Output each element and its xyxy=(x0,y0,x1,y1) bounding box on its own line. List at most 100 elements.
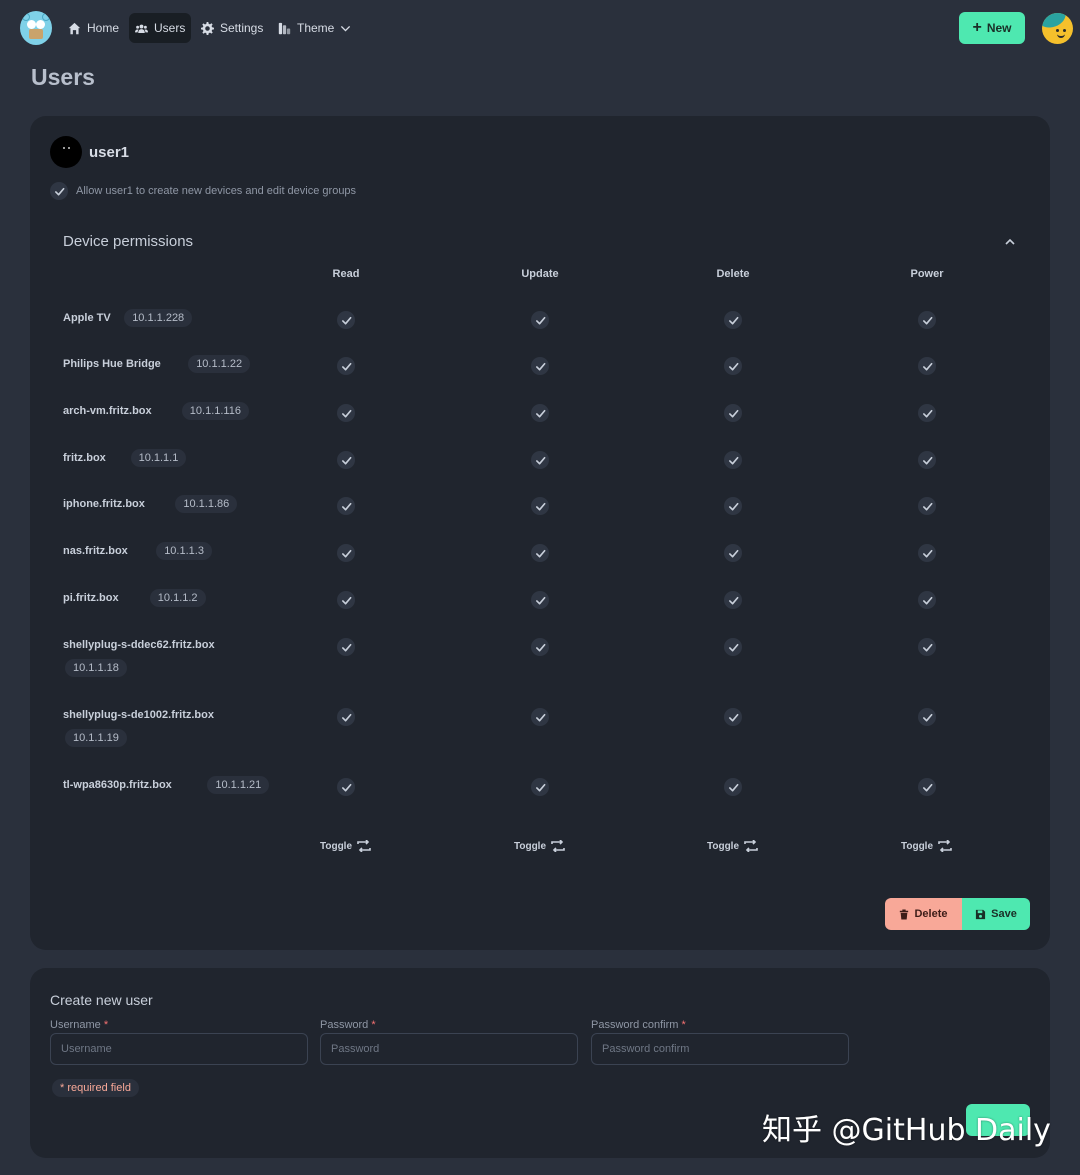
toggle-icon xyxy=(744,840,758,852)
device-name: Philips Hue Bridge xyxy=(63,358,161,370)
permission-read-checkbox[interactable] xyxy=(337,404,355,422)
chevron-up-icon[interactable] xyxy=(1004,236,1016,248)
permission-update-checkbox[interactable] xyxy=(531,708,549,726)
permission-delete-checkbox[interactable] xyxy=(724,497,742,515)
permission-power-checkbox[interactable] xyxy=(918,357,936,375)
permission-read-checkbox[interactable] xyxy=(337,451,355,469)
permission-power-checkbox[interactable] xyxy=(918,591,936,609)
allow-create-checkbox[interactable] xyxy=(50,182,68,200)
check-icon xyxy=(728,362,738,371)
check-icon xyxy=(54,187,64,196)
permission-delete-checkbox[interactable] xyxy=(724,778,742,796)
permission-read-checkbox[interactable] xyxy=(337,357,355,375)
check-icon xyxy=(728,783,738,792)
nav-home-label: Home xyxy=(87,21,120,35)
permission-power-checkbox[interactable] xyxy=(918,451,936,469)
nav-settings[interactable]: Settings xyxy=(195,13,269,43)
new-button[interactable]: + New xyxy=(959,12,1025,44)
toggle-read-button[interactable]: Toggle xyxy=(320,840,372,852)
device-name: tl-wpa8630p.fritz.box xyxy=(63,779,172,791)
save-button[interactable]: Save xyxy=(962,898,1030,930)
nav-theme-label: Theme xyxy=(297,21,335,35)
check-icon xyxy=(728,643,738,652)
permission-delete-checkbox[interactable] xyxy=(724,708,742,726)
permission-read-checkbox[interactable] xyxy=(337,778,355,796)
permission-power-checkbox[interactable] xyxy=(918,497,936,515)
user-action-buttons: Delete Save xyxy=(885,898,1030,930)
permission-delete-checkbox[interactable] xyxy=(724,451,742,469)
check-icon xyxy=(728,316,738,325)
permission-power-checkbox[interactable] xyxy=(918,311,936,329)
permission-delete-checkbox[interactable] xyxy=(724,544,742,562)
check-icon xyxy=(922,783,932,792)
permission-update-checkbox[interactable] xyxy=(531,638,549,656)
permission-update-checkbox[interactable] xyxy=(531,591,549,609)
check-icon xyxy=(728,713,738,722)
device-ip-badge: 10.1.1.116 xyxy=(181,402,249,420)
check-icon xyxy=(535,409,545,418)
column-header-power: Power xyxy=(910,268,944,280)
permission-delete-checkbox[interactable] xyxy=(724,591,742,609)
check-icon xyxy=(535,316,545,325)
permission-delete-checkbox[interactable] xyxy=(724,638,742,656)
toggle-icon xyxy=(357,840,371,852)
device-name: shellyplug-s-ddec62.fritz.box xyxy=(63,639,215,651)
toggle-delete-button[interactable]: Toggle xyxy=(707,840,759,852)
permission-power-checkbox[interactable] xyxy=(918,778,936,796)
toggle-icon xyxy=(938,840,952,852)
permission-delete-checkbox[interactable] xyxy=(724,357,742,375)
check-icon xyxy=(535,596,545,605)
permission-delete-checkbox[interactable] xyxy=(724,311,742,329)
check-icon xyxy=(341,362,351,371)
permission-power-checkbox[interactable] xyxy=(918,708,936,726)
nav-home[interactable]: Home xyxy=(62,13,125,43)
check-icon xyxy=(922,596,932,605)
delete-button[interactable]: Delete xyxy=(885,898,962,930)
check-icon xyxy=(922,713,932,722)
device-ip-badge: 10.1.1.3 xyxy=(156,542,212,560)
permission-power-checkbox[interactable] xyxy=(918,544,936,562)
permission-delete-checkbox[interactable] xyxy=(724,404,742,422)
check-icon xyxy=(535,783,545,792)
user-avatar-menu[interactable] xyxy=(1042,13,1073,44)
permission-update-checkbox[interactable] xyxy=(531,357,549,375)
allow-create-label: Allow user1 to create new devices and ed… xyxy=(76,185,357,197)
permission-read-checkbox[interactable] xyxy=(337,497,355,515)
password-field[interactable] xyxy=(320,1033,578,1065)
palette-icon xyxy=(278,22,291,34)
password-label: Password * xyxy=(320,1019,376,1031)
permission-read-checkbox[interactable] xyxy=(337,544,355,562)
nav-theme-dropdown[interactable]: Theme xyxy=(272,13,357,43)
device-ip-badge: 10.1.1.228 xyxy=(124,309,193,327)
permission-read-checkbox[interactable] xyxy=(337,591,355,609)
permission-update-checkbox[interactable] xyxy=(531,497,549,515)
username-field[interactable] xyxy=(50,1033,308,1065)
permission-update-checkbox[interactable] xyxy=(531,404,549,422)
gopher-logo[interactable] xyxy=(20,11,52,45)
permission-update-checkbox[interactable] xyxy=(531,311,549,329)
permission-update-checkbox[interactable] xyxy=(531,451,549,469)
permission-update-checkbox[interactable] xyxy=(531,544,549,562)
permission-read-checkbox[interactable] xyxy=(337,638,355,656)
navbar: Home Users Settings Theme + New xyxy=(0,0,1080,56)
permission-power-checkbox[interactable] xyxy=(918,404,936,422)
permission-read-checkbox[interactable] xyxy=(337,311,355,329)
check-icon xyxy=(341,549,351,558)
check-icon xyxy=(922,316,932,325)
check-icon xyxy=(728,549,738,558)
device-name: arch-vm.fritz.box xyxy=(63,405,152,417)
create-user-title: Create new user xyxy=(50,992,153,1008)
permission-read-checkbox[interactable] xyxy=(337,708,355,726)
permission-update-checkbox[interactable] xyxy=(531,778,549,796)
check-icon xyxy=(728,456,738,465)
device-ip-badge: 10.1.1.86 xyxy=(175,495,238,513)
nav-users[interactable]: Users xyxy=(129,13,192,43)
toggle-power-button[interactable]: Toggle xyxy=(901,840,953,852)
watermark: 知乎 @GitHub Daily xyxy=(762,1113,1051,1148)
toggle-update-button[interactable]: Toggle xyxy=(514,840,566,852)
device-permissions-title: Device permissions xyxy=(63,233,194,250)
password-confirm-field[interactable] xyxy=(591,1033,849,1065)
device-name: pi.fritz.box xyxy=(63,592,119,604)
column-header-delete: Delete xyxy=(716,268,750,280)
permission-power-checkbox[interactable] xyxy=(918,638,936,656)
